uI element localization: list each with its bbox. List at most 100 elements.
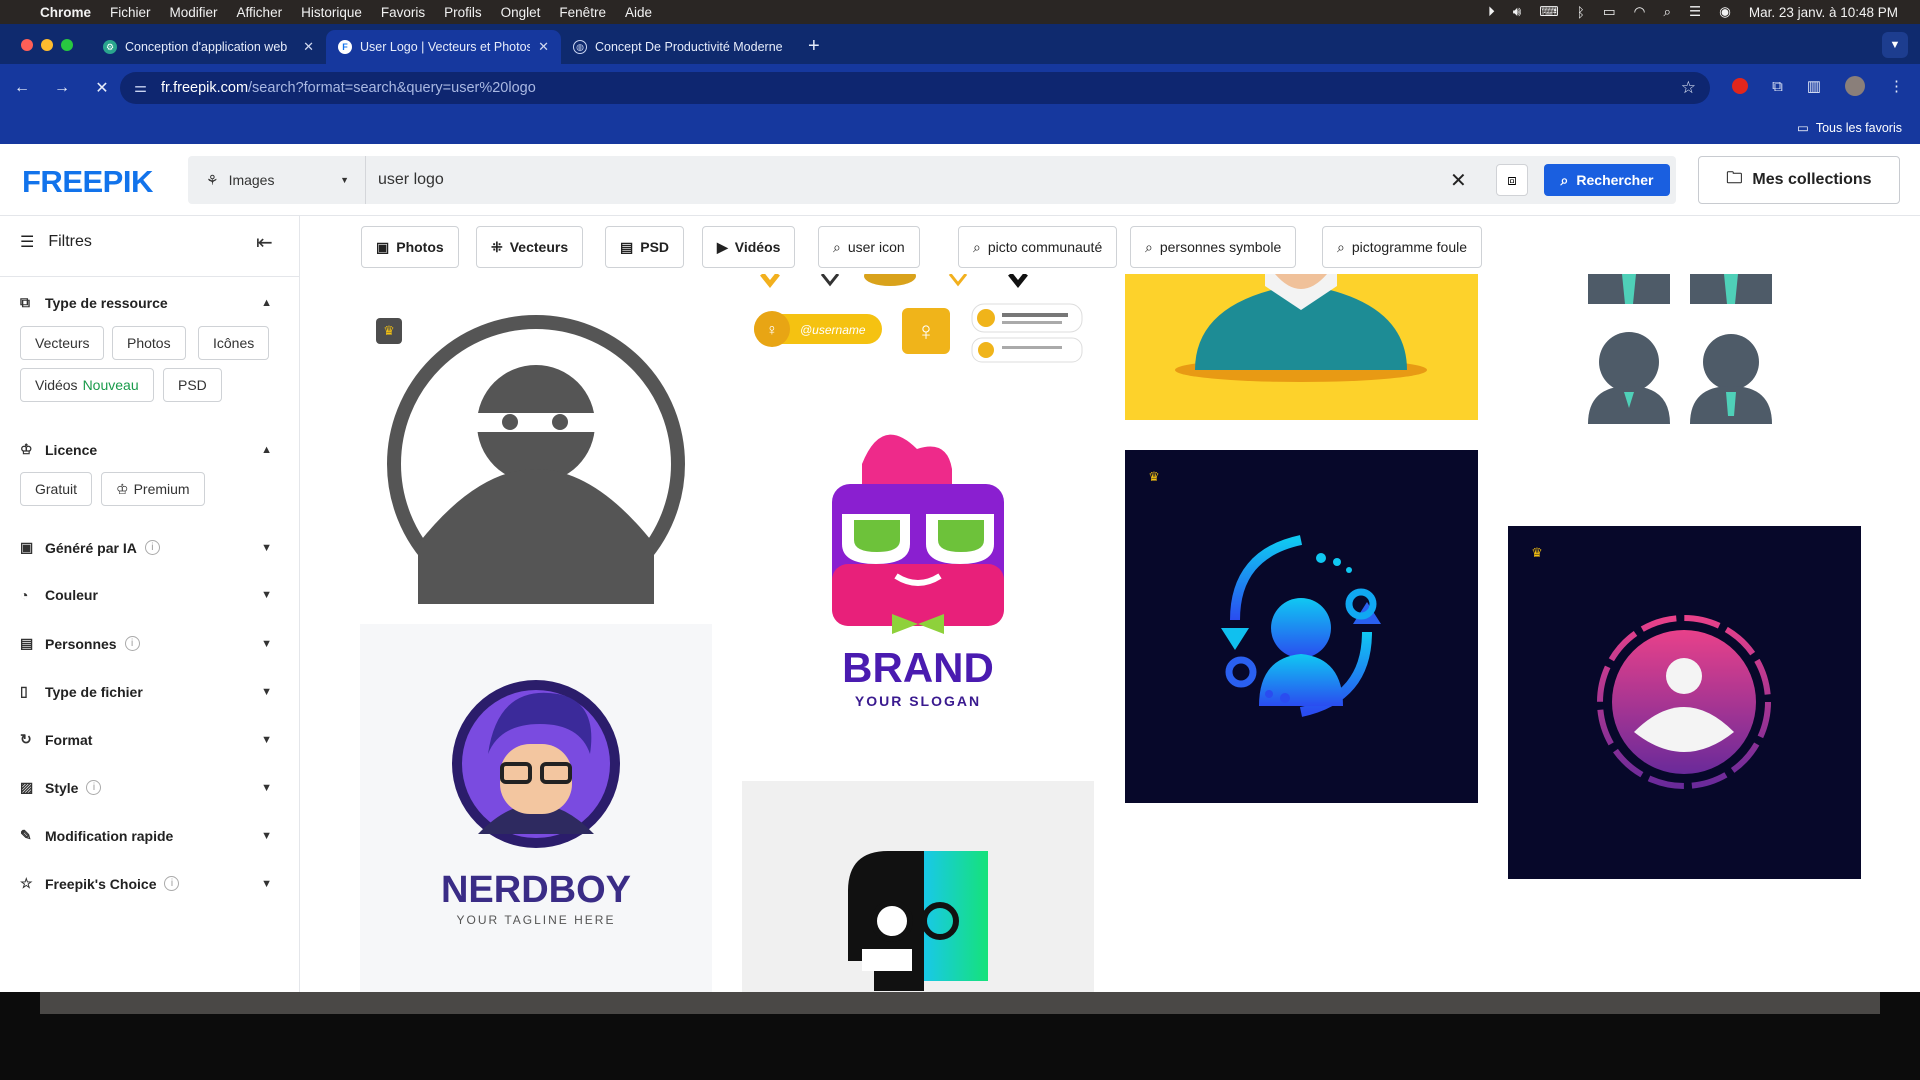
folder-icon: ▭ bbox=[1797, 121, 1809, 135]
psd-icon: ▤ bbox=[620, 238, 634, 255]
section-license[interactable]: ♔ Licence ▲ bbox=[20, 441, 272, 458]
wifi-icon[interactable]: ◠ bbox=[1634, 4, 1646, 20]
chip-label: user icon bbox=[847, 239, 905, 255]
volume-icon[interactable]: 🔊︎ bbox=[1513, 4, 1522, 20]
section-resource-type[interactable]: ⧉ Type de ressource ▲ bbox=[20, 294, 272, 311]
tab-user-logo[interactable]: F User Logo | Vecteurs et Photos ✕ bbox=[326, 30, 561, 64]
photo-icon: ▣ bbox=[376, 238, 390, 255]
menu-item-modifier[interactable]: Modifier bbox=[170, 5, 218, 20]
chip-picto-communaute[interactable]: ⌕ picto communauté bbox=[958, 226, 1118, 268]
result-card-switch-user[interactable]: ♛ bbox=[1125, 450, 1478, 803]
new-tab-button[interactable]: + bbox=[808, 35, 820, 58]
section-genere-par-ia[interactable]: ▣ Généré par IA i ▼ bbox=[20, 539, 272, 556]
close-tab-icon[interactable]: ✕ bbox=[538, 39, 549, 55]
section-label: Couleur bbox=[45, 587, 98, 603]
result-card-pink-user[interactable]: ♛ bbox=[1508, 526, 1861, 879]
menu-item-historique[interactable]: Historique bbox=[301, 5, 362, 20]
stop-loading-icon[interactable]: ✕ bbox=[84, 78, 120, 98]
close-window-button[interactable] bbox=[21, 39, 33, 51]
chip-user-icon[interactable]: ⌕ user icon bbox=[818, 226, 920, 268]
collapse-sidebar-icon[interactable]: ⇤ bbox=[256, 230, 273, 255]
all-bookmarks-button[interactable]: ▭ Tous les favoris bbox=[1797, 120, 1902, 136]
chip-psd[interactable]: PSD bbox=[163, 368, 222, 402]
section-style[interactable]: ▨ Style i ▼ bbox=[20, 779, 272, 796]
siri-icon[interactable]: ◉ bbox=[1719, 4, 1731, 20]
info-icon[interactable]: i bbox=[144, 540, 160, 555]
tab-search-chevron-icon[interactable]: ▼ bbox=[1882, 32, 1908, 58]
svg-text:♀: ♀ bbox=[916, 316, 936, 346]
chip-gratuit[interactable]: Gratuit bbox=[20, 472, 93, 506]
result-card-nerdboy[interactable]: NERDBOY YOUR TAGLINE HERE bbox=[360, 624, 712, 992]
spotlight-icon[interactable]: ⌕ bbox=[1663, 4, 1671, 20]
menu-item-aide[interactable]: Aide bbox=[625, 5, 652, 20]
tab-conception[interactable]: ⚙ Conception d'application web ✕ bbox=[91, 30, 326, 64]
zoom-window-button[interactable] bbox=[61, 39, 73, 51]
battery-icon[interactable]: ▭ bbox=[1603, 4, 1616, 20]
clear-search-icon[interactable]: ✕ bbox=[1450, 168, 1467, 193]
search-button[interactable]: ⌕ Rechercher bbox=[1544, 164, 1670, 196]
menu-item-onglet[interactable]: Onglet bbox=[501, 5, 541, 20]
close-tab-icon[interactable]: ✕ bbox=[303, 39, 314, 55]
collections-button[interactable]: 🗀 Mes collections bbox=[1698, 156, 1900, 204]
result-card-people-icons[interactable] bbox=[1508, 274, 1861, 444]
address-bar[interactable]: ⚌ fr.freepik.com /search?format=search&q… bbox=[120, 72, 1710, 104]
menu-item-fenetre[interactable]: Fenêtre bbox=[559, 5, 606, 20]
keyboard-icon[interactable]: ⌨︎ bbox=[1539, 4, 1559, 20]
chip-icones[interactable]: Icônes bbox=[198, 326, 270, 360]
control-center-icon[interactable]: ☰ bbox=[1689, 4, 1701, 20]
extensions-puzzle-icon[interactable]: ⧉ bbox=[1772, 78, 1783, 95]
tab-title: Concept De Productivité Moderne bbox=[595, 40, 783, 54]
search-icon: ⌕ bbox=[1560, 171, 1569, 188]
back-arrow-icon[interactable]: ← bbox=[4, 79, 40, 97]
bluetooth-icon[interactable]: ᛒ bbox=[1577, 5, 1585, 20]
section-type-de-fichier[interactable]: ▯ Type de fichier ▼ bbox=[20, 683, 272, 700]
bookmark-star-icon[interactable]: ☆ bbox=[1681, 78, 1696, 98]
chip-photos[interactable]: ▣ Photos bbox=[361, 226, 459, 268]
result-card-okru-icons[interactable]: ♀ @username ♀ bbox=[742, 274, 1094, 374]
info-icon[interactable]: i bbox=[164, 876, 180, 891]
resource-type-select[interactable]: ⚘ Images ▼ bbox=[188, 156, 366, 204]
chip-videos[interactable]: Vidéos Nouveau bbox=[20, 368, 154, 402]
tab-favicon-icon: ⚙ bbox=[103, 40, 117, 54]
menu-item-favoris[interactable]: Favoris bbox=[381, 5, 425, 20]
section-freepiks-choice[interactable]: ☆ Freepik's Choice i ▼ bbox=[20, 875, 272, 892]
search-input[interactable]: user logo bbox=[378, 156, 444, 204]
section-personnes[interactable]: ▤ Personnes i ▼ bbox=[20, 635, 272, 652]
menu-item-afficher[interactable]: Afficher bbox=[237, 5, 283, 20]
side-panel-icon[interactable]: ▥ bbox=[1807, 77, 1821, 95]
chip-videos[interactable]: ▶ Vidéos bbox=[702, 226, 796, 268]
menu-app-name[interactable]: Chrome bbox=[40, 5, 91, 20]
site-info-icon[interactable]: ⚌ bbox=[134, 80, 147, 96]
chip-vecteurs[interactable]: Vecteurs bbox=[20, 326, 105, 360]
chip-pictogramme-foule[interactable]: ⌕ pictogramme foule bbox=[1322, 226, 1483, 268]
section-modification-rapide[interactable]: ✎ Modification rapide ▼ bbox=[20, 827, 272, 844]
chip-personnes-symbole[interactable]: ⌕ personnes symbole bbox=[1130, 226, 1297, 268]
freepik-logo[interactable]: FREEPIK bbox=[22, 164, 153, 200]
result-card-masked-user[interactable]: ♛ bbox=[360, 314, 712, 604]
chip-premium[interactable]: ♔ Premium bbox=[101, 472, 205, 506]
play-icon[interactable]: ⏵ bbox=[1488, 4, 1495, 20]
info-icon[interactable]: i bbox=[124, 636, 140, 651]
info-icon[interactable]: i bbox=[86, 780, 102, 795]
tab-concept-productivite[interactable]: ◍ Concept De Productivité Moderne bbox=[561, 30, 796, 64]
menu-item-fichier[interactable]: Fichier bbox=[110, 5, 151, 20]
section-couleur[interactable]: ◔ Couleur ▼ bbox=[20, 587, 272, 603]
chip-photos[interactable]: Photos bbox=[112, 326, 186, 360]
chip-vecteurs[interactable]: ⁜ Vecteurs bbox=[476, 226, 584, 268]
nerdboy-title: NERDBOY bbox=[441, 869, 631, 911]
minimize-window-button[interactable] bbox=[41, 39, 53, 51]
result-card-yellow-avatar[interactable] bbox=[1125, 274, 1478, 420]
forward-arrow-icon[interactable]: → bbox=[44, 79, 80, 97]
chrome-menu-icon[interactable]: ⋮ bbox=[1889, 77, 1904, 95]
section-label: Style bbox=[45, 779, 79, 796]
image-search-button[interactable]: ⧈ bbox=[1496, 164, 1528, 196]
profile-avatar[interactable] bbox=[1845, 76, 1865, 96]
chip-label: Vecteurs bbox=[509, 239, 569, 255]
menu-datetime[interactable]: Mar. 23 janv. à 10:48 PM bbox=[1749, 5, 1898, 20]
menu-item-profils[interactable]: Profils bbox=[444, 5, 482, 20]
extension-red-icon[interactable] bbox=[1732, 78, 1749, 94]
section-format[interactable]: ↻ Format ▼ bbox=[20, 731, 272, 748]
result-card-geek-logo[interactable] bbox=[742, 781, 1094, 992]
result-card-brand-logo[interactable]: BRAND YOUR SLOGAN bbox=[742, 424, 1094, 724]
chip-psd[interactable]: ▤ PSD bbox=[605, 226, 685, 268]
